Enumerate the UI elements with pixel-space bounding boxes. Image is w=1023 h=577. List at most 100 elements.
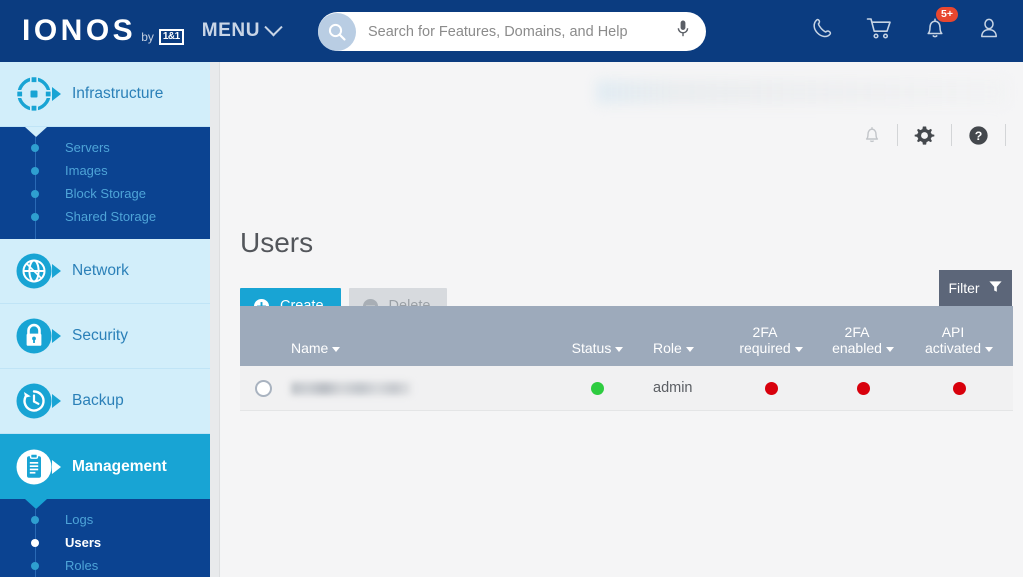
sidebar-subitem-label: Logs [65,512,93,527]
clock-restore-icon [14,381,54,421]
sidebar-subitem-label: Shared Storage [65,209,156,224]
search-icon[interactable] [318,13,356,51]
sidebar-subitem-label: Servers [65,140,110,155]
sidebar-item-label: Security [72,327,128,345]
shopping-cart-icon[interactable] [866,16,893,46]
column-header-2fa-enabled-label: 2FA enabled [832,324,882,356]
chevron-down-icon [332,347,340,352]
brand-1and1-logo: 1&1 [159,29,184,45]
sidebar-navigation: Infrastructure Servers Images Block Stor… [0,62,210,577]
pointer-tail [52,264,61,278]
filter-button-label: Filter [948,280,979,296]
clipboard-icon [14,447,54,487]
bullet-dot-icon [31,539,39,547]
cell-role: admin [645,380,725,396]
page-title: Users [240,227,313,259]
top-bar-icon-group: 5+ [810,0,1013,62]
sidebar-subitem-label: Images [65,163,108,178]
bell-icon[interactable] [847,125,897,145]
column-header-2fa-required[interactable]: 2FA required [725,324,817,366]
sidebar-group-security: Security [0,304,210,369]
column-header-role[interactable]: Role [645,340,725,366]
chevron-down-icon [795,347,803,352]
sidebar-subitem-users[interactable]: Users [0,531,210,554]
bullet-dot-icon [31,562,39,570]
pointer-tail [52,460,61,474]
infrastructure-icon [14,74,54,114]
table-header-row: Name Status Role 2FA required 2 [240,306,1013,366]
redacted-breadcrumb-area [596,80,1006,104]
bullet-dot-icon [31,144,39,152]
sidebar-subitem-label: Users [65,535,101,550]
bullet-dot-icon [31,190,39,198]
lock-icon [14,316,54,356]
sidebar-group-network: Network [0,239,210,304]
global-search[interactable] [318,12,706,51]
notifications-bell-icon[interactable]: 5+ [923,16,947,46]
sidebar-item-infrastructure[interactable]: Infrastructure [0,62,210,127]
sidebar-item-management[interactable]: Management [0,434,210,499]
sidebar-scroll-edge[interactable] [210,62,220,577]
filter-button[interactable]: Filter [939,270,1012,306]
chevron-down-icon [615,347,623,352]
bullet-dot-icon [31,516,39,524]
sidebar-subitem-roles[interactable]: Roles [0,554,210,577]
row-select-radio[interactable] [255,380,272,397]
content-tool-icons: ? [847,120,1006,150]
cell-2fa-required [725,382,817,395]
chevron-down-icon [985,347,993,352]
main-menu-label: MENU [202,20,260,42]
phone-icon[interactable] [810,16,836,47]
sidebar-group-management: Management Logs Users Roles [0,434,210,577]
sidebar-item-label: Backup [72,392,124,410]
top-navigation-bar: IONOS by 1&1 MENU [0,0,1023,62]
column-header-name[interactable]: Name [240,340,550,366]
divider [1005,124,1006,146]
main-content-area: ? Users Create Delete [221,62,1023,577]
brand-name: IONOS [22,16,136,46]
search-input[interactable] [368,24,676,40]
sidebar-item-label: Network [72,262,129,280]
column-header-2fa-enabled[interactable]: 2FA enabled [817,324,909,366]
users-table: Name Status Role 2FA required 2 [240,306,1013,411]
gear-icon[interactable] [898,125,951,146]
help-icon[interactable]: ? [952,125,1005,146]
table-body: admin [240,366,1013,411]
cell-name [240,380,550,397]
sidebar-subitem-servers[interactable]: Servers [0,136,210,159]
table-row[interactable]: admin [240,366,1013,411]
sidebar-item-backup[interactable]: Backup [0,369,210,434]
pointer-tail [52,87,61,101]
ionos-logo[interactable]: IONOS by 1&1 [22,16,184,46]
column-header-role-label: Role [653,340,682,356]
status-indicator-off [953,382,966,395]
column-header-status[interactable]: Status [550,340,645,366]
sidebar-item-security[interactable]: Security [0,304,210,369]
filter-funnel-icon [988,279,1003,297]
sidebar-item-label: Management [72,458,167,476]
sidebar-subitem-logs[interactable]: Logs [0,508,210,531]
redacted-user-name [291,382,411,395]
sidebar-subitem-block-storage[interactable]: Block Storage [0,182,210,205]
sidebar-subitem-label: Roles [65,558,98,573]
sidebar-submenu-infrastructure: Servers Images Block Storage Shared Stor… [0,127,210,239]
notification-count-badge: 5+ [936,7,958,22]
sidebar-group-infrastructure: Infrastructure Servers Images Block Stor… [0,62,210,239]
main-menu-button[interactable]: MENU [202,20,280,42]
sidebar-subitem-images[interactable]: Images [0,159,210,182]
brand-by-label: by [141,28,154,46]
sidebar-item-network[interactable]: Network [0,239,210,304]
column-header-api-activated-label: API activated [925,324,981,356]
column-header-2fa-required-label: 2FA required [739,324,790,356]
status-indicator-off [857,382,870,395]
microphone-icon[interactable] [676,19,690,44]
column-header-api-activated[interactable]: API activated [909,324,1009,366]
cell-2fa-enabled [817,382,909,395]
user-avatar-icon[interactable] [977,16,1001,46]
sidebar-subitem-shared-storage[interactable]: Shared Storage [0,205,210,228]
cell-status [550,382,645,395]
chevron-down-icon [886,347,894,352]
status-indicator-off [765,382,778,395]
column-header-status-label: Status [572,340,612,356]
pointer-tail [52,329,61,343]
